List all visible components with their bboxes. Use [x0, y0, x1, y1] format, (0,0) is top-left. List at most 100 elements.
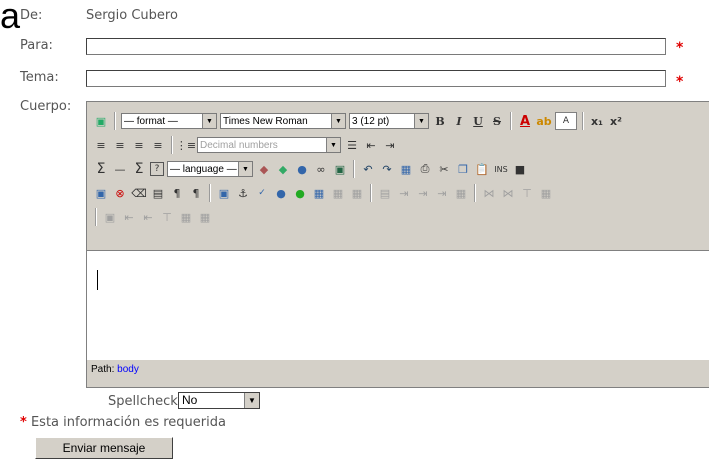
preview-icon[interactable]: ▣	[93, 185, 109, 201]
chevron-down-icon: ▼	[238, 162, 252, 176]
select-all-icon[interactable]: ▦	[398, 161, 414, 177]
copy-icon[interactable]: ❐	[455, 161, 471, 177]
about-icon[interactable]: ●	[292, 185, 308, 201]
globe-icon[interactable]: ●	[294, 161, 310, 177]
required-note: * Esta información es requerida	[20, 415, 226, 430]
ordered-list-icon[interactable]: ⋮≡	[176, 137, 196, 153]
spellcheck-label: Spellcheck:	[108, 394, 183, 409]
insert-overwrite-icon[interactable]: INS	[493, 161, 509, 177]
list-style-value: Decimal numbers	[200, 139, 278, 151]
to-label: Para:	[20, 38, 53, 53]
save-icon[interactable]: ■	[512, 161, 528, 177]
highlight-color-icon[interactable]: ab	[536, 113, 552, 129]
split-cell-icon: ⋈	[483, 186, 495, 200]
toolbar-separator	[209, 184, 211, 202]
print-icon[interactable]: ⎙	[417, 161, 433, 177]
toolbar-separator	[114, 112, 116, 130]
paste-icon[interactable]: 📋	[474, 161, 490, 177]
font-select-value: Times New Roman	[223, 115, 308, 127]
outdent-icon[interactable]: ⇤	[363, 137, 379, 153]
delete-col-icon: ⇥	[437, 186, 447, 200]
cell-grid-icon: ▦	[180, 210, 192, 224]
stop-icon[interactable]: ⊗	[112, 185, 128, 201]
align-left-icon[interactable]: ≡	[93, 137, 109, 153]
to-required-mark: *	[676, 40, 684, 56]
language-select[interactable]: — language — ▼	[167, 161, 253, 177]
text-color-icon[interactable]: A	[517, 113, 533, 129]
find-icon[interactable]: ▣	[216, 185, 232, 201]
italic-button[interactable]: I	[451, 113, 467, 129]
chevron-down-icon: ▼	[326, 138, 340, 152]
subscript-icon[interactable]: x₁	[589, 113, 605, 129]
cell-grid-icon: ▦	[199, 210, 211, 224]
required-note-mark: *	[20, 415, 27, 430]
format-select-value: — format —	[124, 115, 178, 127]
indent-icon[interactable]: ⇥	[382, 137, 398, 153]
chevron-down-icon: ▼	[414, 114, 428, 128]
object-icon[interactable]: ◆	[256, 161, 272, 177]
required-note-text: Esta información es requerida	[30, 415, 226, 430]
editor-content-area[interactable]	[87, 250, 709, 362]
toolbar-separator	[171, 136, 173, 154]
chevron-down-icon: ▼	[202, 114, 216, 128]
underline-button[interactable]: U	[470, 113, 486, 129]
link-icon[interactable]: ∞	[313, 161, 329, 177]
insert-row-before-icon: ⇤	[124, 210, 134, 224]
image-icon[interactable]: ▣	[332, 161, 348, 177]
unordered-list-icon[interactable]: ☰	[344, 137, 360, 153]
format-select[interactable]: — format — ▼	[121, 113, 217, 129]
bold-button[interactable]: B	[432, 113, 448, 129]
redo-icon[interactable]: ↷	[379, 161, 395, 177]
size-select-value: 3 (12 pt)	[352, 115, 390, 127]
strikethrough-button[interactable]: S	[489, 113, 505, 129]
language-select-value: — language —	[170, 163, 237, 175]
insert-row-icon: ▤	[379, 186, 391, 200]
ltr-icon[interactable]: ¶	[169, 185, 185, 201]
spellcheck-icon[interactable]: ✓	[254, 185, 270, 201]
toolbar-row-3: Σ — Σ ? — language — ▼ ◆ ◆ ● ∞ ▣ ↶ ↷ ▦ ⎙…	[93, 158, 528, 180]
cube-icon[interactable]: ◆	[275, 161, 291, 177]
align-center-icon[interactable]: ≡	[112, 137, 128, 153]
subject-field[interactable]	[86, 70, 666, 87]
sigma-icon[interactable]: Σ	[93, 161, 109, 177]
insert-col-icon: ⇥	[418, 186, 428, 200]
font-select[interactable]: Times New Roman ▼	[220, 113, 346, 129]
size-select[interactable]: 3 (12 pt) ▼	[349, 113, 429, 129]
horizontal-rule-icon[interactable]: —	[112, 161, 128, 177]
to-field[interactable]	[86, 38, 666, 55]
body-label: Cuerpo:	[20, 99, 72, 114]
sum-icon[interactable]: Σ	[131, 161, 147, 177]
from-value: Sergio Cubero	[86, 8, 178, 23]
superscript-icon[interactable]: x²	[608, 113, 624, 129]
info-icon[interactable]: ●	[273, 185, 289, 201]
toolbar-row-2: ≡ ≡ ≡ ≡ ⋮≡ Decimal numbers ▼ ☰ ⇤ ⇥	[93, 134, 398, 156]
subject-label: Tema:	[20, 70, 59, 85]
source-icon[interactable]: ▣	[93, 113, 109, 129]
align-justify-icon[interactable]: ≡	[150, 137, 166, 153]
editor-path-bar: Path: body	[87, 360, 709, 380]
toolbar-separator	[510, 112, 512, 130]
text-caret	[97, 270, 98, 290]
rtl-icon[interactable]: ¶	[188, 185, 204, 201]
delete-row-icon: ⇥	[399, 186, 409, 200]
toolbar-separator	[370, 184, 372, 202]
spellcheck-select[interactable]: No ▼	[178, 392, 260, 409]
delete-cell-icon: ⊤	[162, 210, 172, 224]
send-message-button[interactable]: Enviar mensaje	[35, 437, 173, 459]
toolbar-row-1: ▣ — format — ▼ Times New Roman ▼ 3 (12 p…	[93, 110, 624, 132]
path-label: Path:	[91, 364, 115, 375]
eraser-icon[interactable]: ⌫	[131, 185, 147, 201]
page-break-icon[interactable]: ▤	[150, 185, 166, 201]
toolbar-separator	[95, 208, 97, 226]
list-style-select[interactable]: Decimal numbers ▼	[197, 137, 341, 153]
insert-row-after-icon: ⇤	[143, 210, 153, 224]
font-style-icon[interactable]: A	[555, 112, 577, 130]
table-icon[interactable]: ▦	[311, 185, 327, 201]
path-body-link[interactable]: body	[117, 364, 139, 375]
cut-icon[interactable]: ✂	[436, 161, 452, 177]
anchor-icon[interactable]: ⚓	[235, 185, 251, 201]
align-right-icon[interactable]: ≡	[131, 137, 147, 153]
from-label: De:	[20, 8, 43, 23]
help-icon[interactable]: ?	[150, 162, 164, 176]
undo-icon[interactable]: ↶	[360, 161, 376, 177]
